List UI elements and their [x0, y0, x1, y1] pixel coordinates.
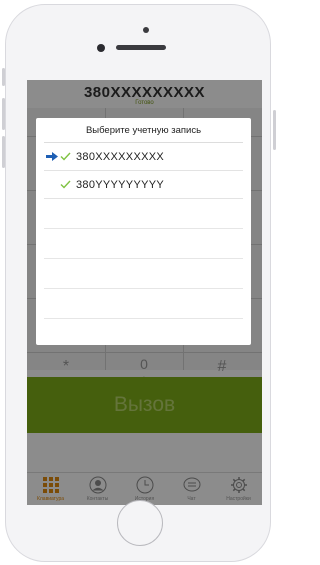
volume-down-button: [2, 136, 5, 168]
front-camera: [97, 44, 105, 52]
account-row[interactable]: 380YYYYYYYYY: [44, 171, 243, 199]
account-number: 380YYYYYYYYY: [76, 178, 164, 191]
empty-row: [44, 259, 243, 289]
power-button: [273, 110, 276, 150]
home-button[interactable]: [117, 500, 163, 546]
empty-row: [44, 229, 243, 259]
account-row[interactable]: 380XXXXXXXXX: [44, 143, 243, 171]
arrow-right-icon: [44, 152, 58, 161]
earpiece-speaker: [116, 45, 166, 50]
check-icon: [58, 152, 72, 161]
proximity-sensor: [143, 27, 149, 33]
volume-up-button: [2, 98, 5, 130]
empty-row: [44, 199, 243, 229]
dialog-title: Выберите учетную запись: [44, 118, 243, 143]
account-picker-dialog: Выберите учетную запись 380XXXXXXXXX 380…: [36, 118, 251, 345]
empty-row: [44, 289, 243, 319]
check-icon: [58, 180, 72, 189]
mute-switch: [2, 68, 5, 86]
account-number: 380XXXXXXXXX: [76, 150, 164, 163]
